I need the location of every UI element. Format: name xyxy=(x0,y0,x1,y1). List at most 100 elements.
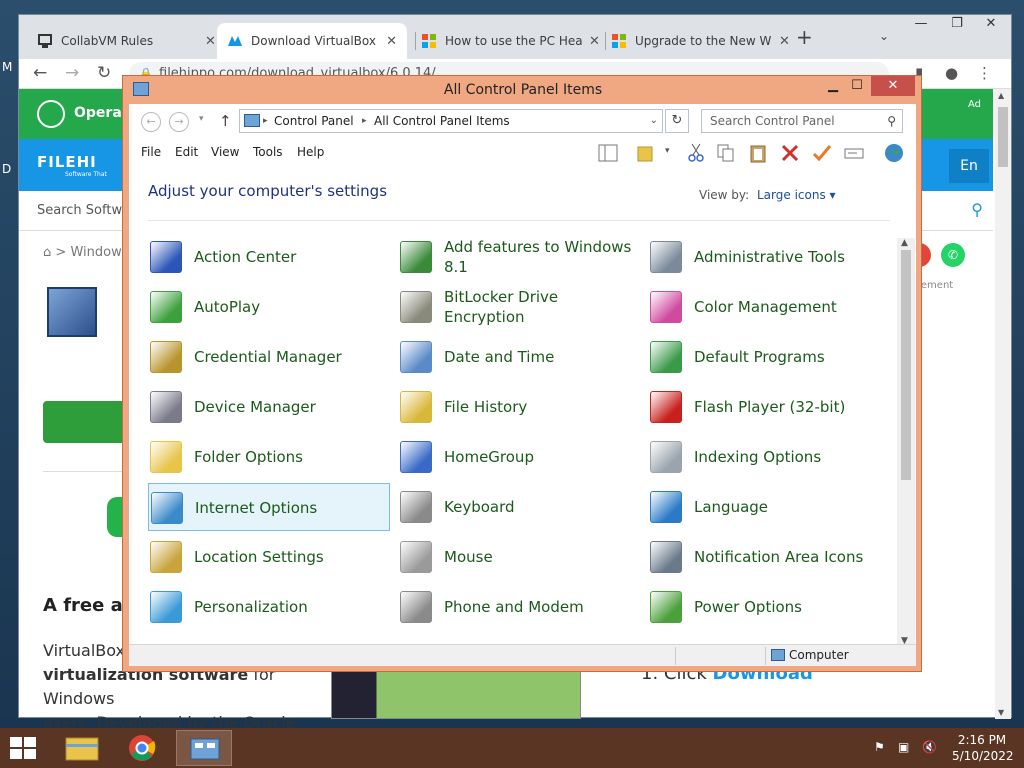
chevron-down-icon[interactable]: ▾ xyxy=(665,146,670,156)
menu-file[interactable]: File xyxy=(141,145,161,159)
title-bar[interactable]: All Control Panel Items ▁ ☐ ✕ xyxy=(123,76,921,104)
paste-icon[interactable] xyxy=(747,142,769,164)
path-segment[interactable]: All Control Panel Items xyxy=(374,110,510,132)
chevron-right-icon[interactable]: ▸ xyxy=(263,110,268,132)
menu-edit[interactable]: Edit xyxy=(175,145,198,159)
control-panel-item[interactable]: Add features to Windows 8.1 xyxy=(398,233,640,281)
control-panel-item[interactable]: Notification Area Icons xyxy=(648,533,890,581)
layout-icon[interactable] xyxy=(597,142,619,164)
control-panel-item[interactable]: Folder Options xyxy=(148,433,390,481)
profile-icon[interactable]: ● xyxy=(945,64,958,82)
windows-start-icon[interactable] xyxy=(10,737,36,759)
search-input[interactable]: Search Control Panel ⚲ xyxy=(701,109,903,133)
control-panel-item[interactable]: Indexing Options xyxy=(648,433,890,481)
up-icon[interactable]: ↑ xyxy=(219,112,232,130)
control-panel-item[interactable]: Keyboard xyxy=(398,483,640,531)
back-icon[interactable]: ← xyxy=(141,112,161,132)
filehippo-logo[interactable]: FILEHI xyxy=(37,153,97,171)
reload-icon[interactable]: ↻ xyxy=(97,63,111,83)
tab-collabvm[interactable]: CollabVM Rules ✕ xyxy=(27,23,226,59)
tab-title: How to use the PC Hea xyxy=(445,34,583,48)
control-panel-item[interactable]: Credential Manager xyxy=(148,333,390,381)
forward-icon[interactable]: → xyxy=(169,112,189,132)
menu-icon[interactable]: ⋮ xyxy=(977,64,992,82)
menu-view[interactable]: View xyxy=(211,145,239,159)
scroll-thumb[interactable] xyxy=(998,107,1008,167)
control-panel-item[interactable]: Flash Player (32-bit) xyxy=(648,383,890,431)
close-button[interactable]: ✕ xyxy=(871,76,915,96)
control-panel-item[interactable]: Power Options xyxy=(648,583,890,631)
control-panel-item[interactable]: Date and Time xyxy=(398,333,640,381)
close-icon[interactable]: ✕ xyxy=(589,34,600,49)
language-selector[interactable]: En xyxy=(949,149,989,183)
control-panel-item-label: Administrative Tools xyxy=(694,248,845,266)
control-panel-item[interactable]: Location Settings xyxy=(148,533,390,581)
system-clock[interactable]: 2:16 PM 5/10/2022 xyxy=(952,732,1014,764)
recent-locations-icon[interactable]: ▾ xyxy=(199,114,204,124)
maximize-button[interactable]: ❐ xyxy=(941,17,973,31)
control-panel-item-label: Mouse xyxy=(444,548,493,566)
control-panel-item[interactable]: HomeGroup xyxy=(398,433,640,481)
refresh-icon[interactable]: ↻ xyxy=(665,109,689,133)
action-center-flag-icon[interactable]: ⚑ xyxy=(874,740,885,754)
control-panel-item[interactable]: Device Manager xyxy=(148,383,390,431)
close-icon[interactable]: ✕ xyxy=(779,34,790,49)
new-tab-button[interactable]: + xyxy=(796,25,813,49)
control-panel-item[interactable]: Color Management xyxy=(648,283,890,331)
content-scrollbar[interactable]: ▲ ▼ xyxy=(897,238,915,646)
view-by-dropdown[interactable]: Large icons ▾ xyxy=(757,188,836,202)
scroll-thumb[interactable] xyxy=(901,250,911,480)
control-panel-item[interactable]: Personalization xyxy=(148,583,390,631)
close-icon[interactable]: ✕ xyxy=(205,34,216,49)
chevron-right-icon[interactable]: ▸ xyxy=(362,110,367,132)
control-panel-item[interactable]: File History xyxy=(398,383,640,431)
path-segment[interactable]: Control Panel xyxy=(274,110,354,132)
control-panel-item[interactable]: AutoPlay xyxy=(148,283,390,331)
home-icon[interactable]: ⌂ xyxy=(43,245,51,260)
control-panel-taskbar-icon[interactable] xyxy=(176,730,232,766)
chevron-down-icon[interactable]: ⌄ xyxy=(879,29,889,43)
menu-tools[interactable]: Tools xyxy=(253,145,283,159)
tab-virtualbox[interactable]: Download VirtualBox 6.0 ✕ xyxy=(217,23,407,59)
chevron-down-icon[interactable]: ⌄ xyxy=(650,110,658,132)
control-panel-item[interactable]: Language xyxy=(648,483,890,531)
control-panel-item[interactable]: BitLocker Drive Encryption xyxy=(398,283,640,331)
forward-icon[interactable]: → xyxy=(65,63,79,83)
breadcrumb-item[interactable]: Window xyxy=(70,245,121,260)
speaker-muted-icon[interactable]: 🔇 xyxy=(922,740,937,754)
whatsapp-icon[interactable]: ✆ xyxy=(941,243,965,267)
menu-help[interactable]: Help xyxy=(297,145,324,159)
copy-icon[interactable] xyxy=(715,142,737,164)
close-icon[interactable]: ✕ xyxy=(386,34,397,49)
rename-icon[interactable] xyxy=(843,142,865,164)
screenshot-thumbnail[interactable] xyxy=(331,671,581,719)
control-panel-item[interactable]: Mouse xyxy=(398,533,640,581)
control-panel-item[interactable]: Default Programs xyxy=(648,333,890,381)
chrome-icon[interactable] xyxy=(114,730,170,766)
scroll-down-icon[interactable]: ▼ xyxy=(998,708,1004,717)
tab-pc-health[interactable]: How to use the PC Hea ✕ xyxy=(411,23,610,59)
minimize-button[interactable]: — xyxy=(905,17,937,31)
control-panel-item[interactable]: Internet Options xyxy=(148,483,390,531)
tab-upgrade[interactable]: Upgrade to the New W ✕ xyxy=(601,23,800,59)
close-button[interactable]: ✕ xyxy=(975,17,1007,31)
file-explorer-icon[interactable] xyxy=(54,730,110,766)
control-panel-item[interactable]: Phone and Modem xyxy=(398,583,640,631)
search-icon[interactable]: ⚲ xyxy=(971,200,983,219)
cut-icon[interactable] xyxy=(685,142,707,164)
scroll-up-icon[interactable]: ▲ xyxy=(901,238,908,248)
search-icon[interactable]: ⚲ xyxy=(887,110,896,132)
control-panel-item[interactable]: Administrative Tools xyxy=(648,233,890,281)
network-icon[interactable]: ▣ xyxy=(898,740,909,754)
back-icon[interactable]: ← xyxy=(33,63,47,83)
properties-icon[interactable] xyxy=(811,142,833,164)
scroll-up-icon[interactable]: ▲ xyxy=(998,91,1004,100)
download-button[interactable] xyxy=(43,401,133,443)
maximize-button[interactable]: ☐ xyxy=(843,76,871,96)
page-scrollbar[interactable]: ▲ ▼ xyxy=(995,89,1011,719)
delete-icon[interactable] xyxy=(779,142,801,164)
globe-icon[interactable] xyxy=(883,142,905,164)
control-panel-item[interactable]: Action Center xyxy=(148,233,390,281)
address-path[interactable]: ▸ Control Panel ▸ All Control Panel Item… xyxy=(239,109,663,133)
folder-icon[interactable] xyxy=(635,142,657,164)
